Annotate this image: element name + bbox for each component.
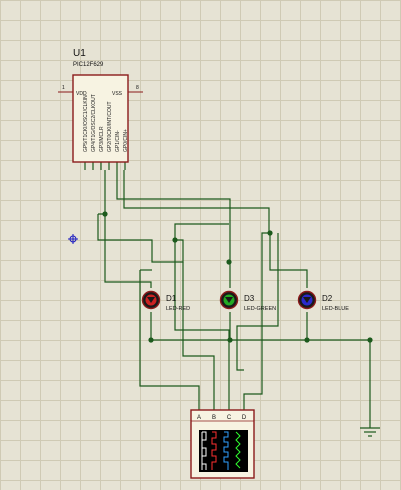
- gpio-pin-label: GP4/T1G/OSC2/CLKOUT: [91, 94, 97, 152]
- gpio-pin-label: GP2/T0CKI/INT/COUT: [107, 101, 113, 152]
- microcontroller-u1[interactable]: U1 PIC12F629 1 8 VDD VSS GP5/T1CKI/OSC1/…: [58, 48, 143, 163]
- junction-dot: [172, 237, 178, 243]
- led-d2-value: LED-BLUE: [322, 306, 349, 312]
- gpio-pin-label: GP5/T1CKI/OSC1/CLKIN: [83, 95, 89, 152]
- junction-dot: [367, 337, 373, 343]
- channel-c-label: C: [227, 415, 232, 421]
- junction-dot: [227, 337, 233, 343]
- ground-icon[interactable]: [360, 427, 380, 437]
- led-d1-ref: D1: [166, 294, 177, 303]
- gpio-pin-label: GP1/CIN-: [115, 130, 121, 152]
- gpio-pin-label: GP3/MCLR: [99, 126, 105, 152]
- junction-dot: [102, 211, 108, 217]
- led-d3[interactable]: D3 LED-GREEN: [219, 290, 277, 313]
- channel-a-label: A: [197, 415, 201, 421]
- led-d3-value: LED-GREEN: [244, 306, 276, 312]
- u1-ref-label: U1: [73, 48, 86, 59]
- channel-b-label: B: [212, 415, 216, 421]
- led-d1-value: LED-RED: [166, 306, 190, 312]
- pin8-number: 8: [136, 85, 139, 91]
- schematic-canvas: U1 PIC12F629 1 8 VDD VSS GP5/T1CKI/OSC1/…: [58, 48, 380, 479]
- pin1-number: 1: [62, 85, 65, 91]
- led-d3-ref: D3: [244, 294, 255, 303]
- gpio-pin-label: GP0/CIN+: [123, 129, 129, 152]
- origin-marker: [68, 234, 78, 244]
- junctions: [102, 211, 373, 343]
- logic-analyzer[interactable]: A B C D: [190, 409, 255, 479]
- channel-d-label: D: [242, 415, 247, 421]
- junction-dot: [148, 337, 154, 343]
- junction-dot: [226, 259, 232, 265]
- led-d2-ref: D2: [322, 294, 333, 303]
- vss-label: VSS: [112, 91, 123, 97]
- u1-part-label: PIC12F629: [73, 62, 104, 68]
- led-d2[interactable]: D2 LED-BLUE: [297, 290, 350, 313]
- junction-dot: [304, 337, 310, 343]
- junction-dot: [267, 230, 273, 236]
